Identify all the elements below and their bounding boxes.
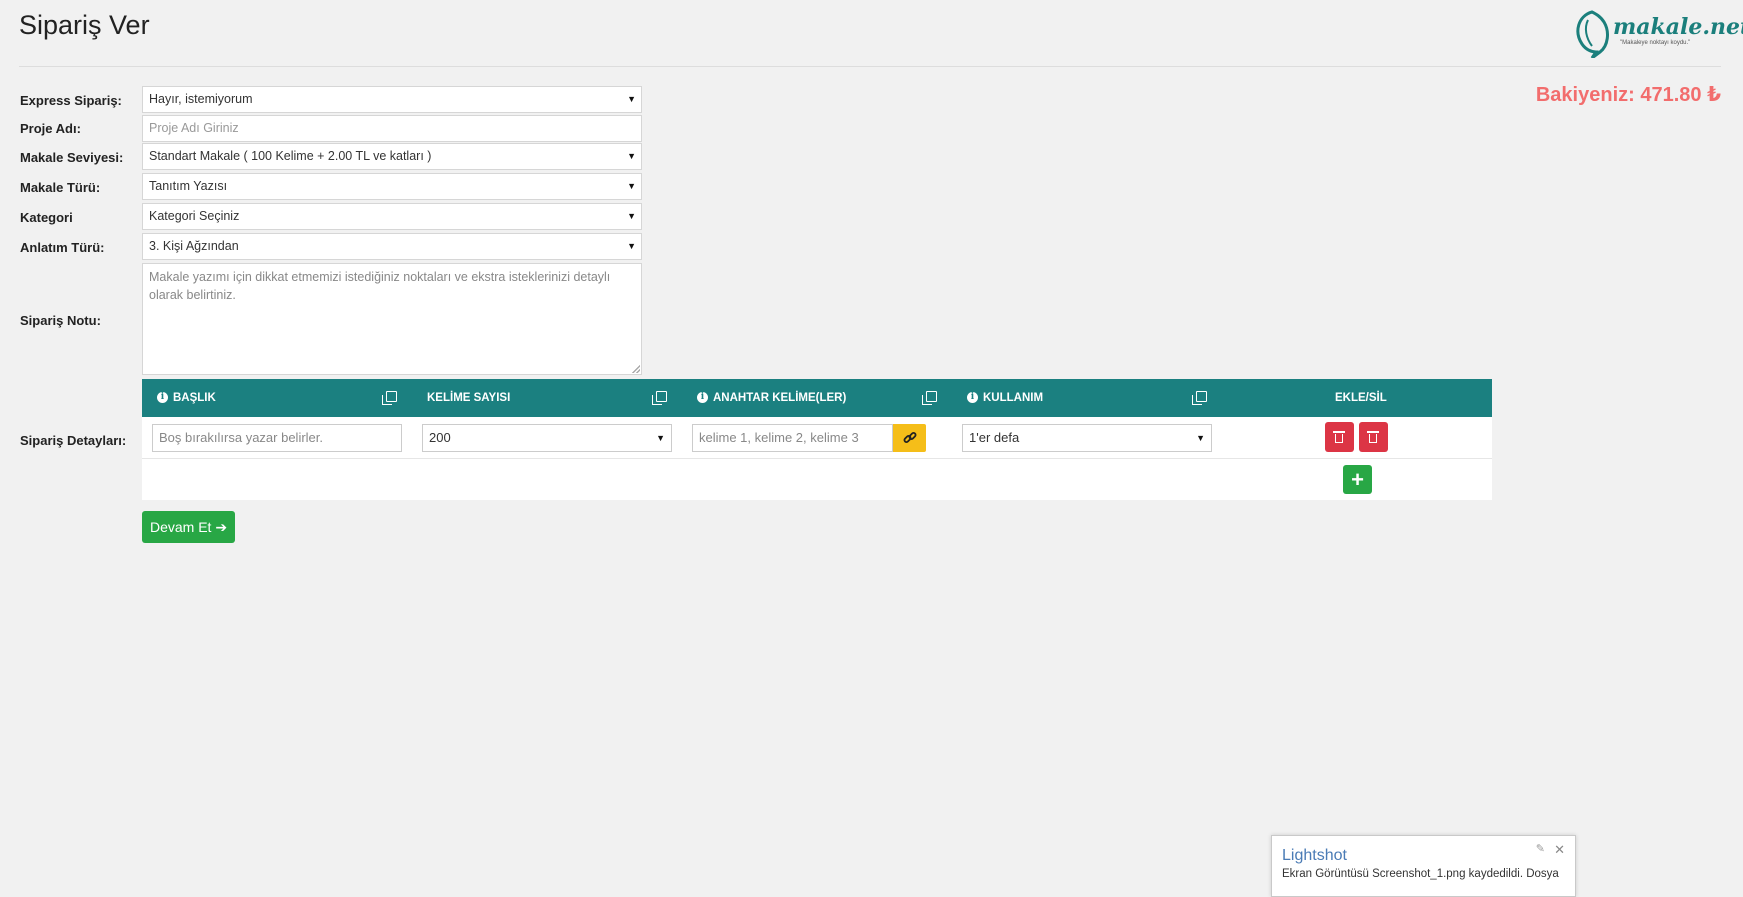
express-select[interactable]: Hayır, istemiyorum ▼ xyxy=(142,86,642,113)
info-icon[interactable]: i xyxy=(697,392,708,404)
delete-button[interactable] xyxy=(1325,422,1354,452)
header-keywords: i ANAHTAR KELİME(LER) xyxy=(697,379,846,417)
category-value: Kategori Seçiniz xyxy=(149,209,240,223)
leaf-logo-icon xyxy=(1576,10,1609,58)
copy-icon[interactable] xyxy=(922,391,937,405)
word-count-value: 200 xyxy=(429,430,451,445)
express-value: Hayır, istemiyorum xyxy=(149,92,253,106)
info-icon[interactable]: i xyxy=(157,392,168,404)
word-count-select[interactable]: 200 ▼ xyxy=(422,424,672,452)
order-note-textarea[interactable]: Makale yazımı için dikkat etmemizi isted… xyxy=(142,263,642,375)
info-icon[interactable]: i xyxy=(967,392,978,404)
note-label: Sipariş Notu: xyxy=(20,313,101,328)
page-title: Sipariş Ver xyxy=(19,10,150,40)
continue-button[interactable]: Devam Et ➔ xyxy=(142,511,235,543)
pin-icon[interactable]: ✎ xyxy=(1536,842,1545,855)
chevron-down-icon: ▼ xyxy=(627,151,636,161)
narration-value: 3. Kişi Ağzından xyxy=(149,239,239,253)
note-placeholder: Makale yazımı için dikkat etmemizi isted… xyxy=(149,270,611,302)
chevron-down-icon: ▼ xyxy=(627,181,636,191)
balance-display: Bakiyeniz: 471.80 ₺ xyxy=(1535,84,1721,106)
usage-value: 1'er defa xyxy=(969,430,1020,445)
trash-icon xyxy=(1367,431,1379,443)
table-header: i BAŞLIK KELİME SAYISI i ANAHTAR KELİME(LE… xyxy=(142,379,1492,417)
details-label: Sipariş Detayları: xyxy=(20,433,127,448)
resize-handle-icon[interactable] xyxy=(632,365,640,373)
level-value: Standart Makale ( 100 Kelime + 2.00 TL v… xyxy=(149,149,432,163)
usage-select[interactable]: 1'er defa ▼ xyxy=(962,424,1212,452)
continue-label: Devam Et xyxy=(149,519,212,535)
logo[interactable]: makale.net "Makaleye noktayı koydu." xyxy=(1570,6,1743,58)
copy-icon[interactable] xyxy=(382,391,397,405)
level-select[interactable]: Standart Makale ( 100 Kelime + 2.00 TL v… xyxy=(142,143,642,170)
order-details-table: i BAŞLIK KELİME SAYISI i ANAHTAR KELİME(LE… xyxy=(142,379,1492,500)
keywords-input[interactable]: kelime 1, kelime 2, kelime 3 xyxy=(692,424,893,452)
title-input[interactable]: Boş bırakılırsa yazar belirler. xyxy=(152,424,402,452)
header-divider xyxy=(19,66,1721,67)
narration-select[interactable]: 3. Kişi Ağzından ▼ xyxy=(142,233,642,260)
header-title: i BAŞLIK xyxy=(157,379,216,417)
lightshot-notification[interactable]: Lightshot ✎ ✕ Ekran Görüntüsü Screenshot… xyxy=(1271,835,1576,897)
narration-label: Anlatım Türü: xyxy=(20,240,105,255)
link-icon xyxy=(903,432,916,443)
header-usage: i KULLANIM xyxy=(967,379,1043,417)
copy-icon[interactable] xyxy=(1192,391,1207,405)
header-add-remove: EKLE/SİL xyxy=(1335,392,1387,404)
category-label: Kategori xyxy=(20,210,73,225)
notification-title: Lightshot xyxy=(1282,847,1347,864)
chevron-down-icon: ▼ xyxy=(656,433,665,443)
level-label: Makale Seviyesi: xyxy=(20,150,124,165)
close-icon[interactable]: ✕ xyxy=(1554,842,1565,858)
chevron-down-icon: ▼ xyxy=(1196,433,1205,443)
logo-text: makale.net xyxy=(1613,14,1743,40)
project-name-input[interactable]: Proje Adı Giriniz xyxy=(142,115,642,142)
add-row-button[interactable]: + xyxy=(1343,465,1372,494)
chevron-down-icon: ▼ xyxy=(627,241,636,251)
row-divider xyxy=(142,458,1492,459)
link-button[interactable] xyxy=(893,424,926,452)
type-value: Tanıtım Yazısı xyxy=(149,179,228,193)
project-label: Proje Adı: xyxy=(20,121,81,136)
arrow-right-icon: ➔ xyxy=(215,519,228,535)
chevron-down-icon: ▼ xyxy=(627,94,636,104)
delete-button[interactable] xyxy=(1359,422,1388,452)
logo-tagline: "Makaleye noktayı koydu." xyxy=(1620,40,1691,46)
type-select[interactable]: Tanıtım Yazısı ▼ xyxy=(142,173,642,200)
header-word-count: KELİME SAYISI xyxy=(427,392,511,404)
plus-icon: + xyxy=(1351,467,1364,492)
express-label: Express Sipariş: xyxy=(20,93,122,108)
copy-icon[interactable] xyxy=(652,391,667,405)
type-label: Makale Türü: xyxy=(20,180,101,195)
category-select[interactable]: Kategori Seçiniz ▼ xyxy=(142,203,642,230)
notification-body: Ekran Görüntüsü Screenshot_1.png kaydedi… xyxy=(1282,868,1559,880)
trash-icon xyxy=(1333,431,1345,443)
chevron-down-icon: ▼ xyxy=(627,211,636,221)
